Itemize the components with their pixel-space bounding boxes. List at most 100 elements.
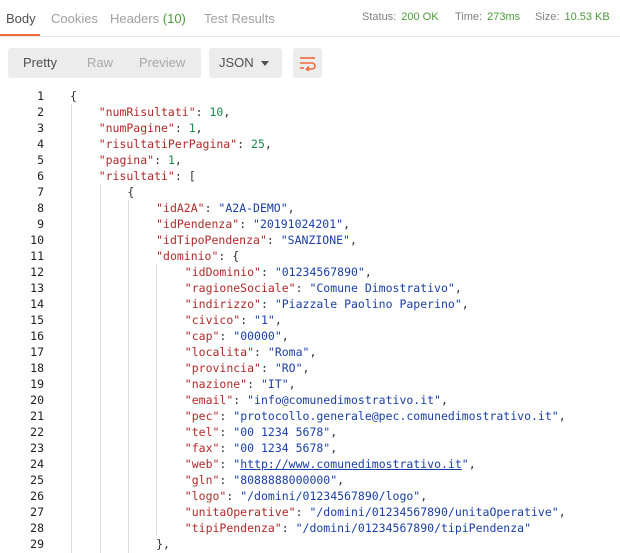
code-line: 7{ bbox=[0, 184, 620, 200]
code-line: 17 "localita": "Roma", bbox=[0, 344, 620, 360]
json-punctuation: , bbox=[349, 233, 357, 247]
json-string: "Comune Dimostrativo" bbox=[309, 281, 455, 295]
line-number: 27 bbox=[30, 505, 44, 519]
code-line: 10 "idTipoPendenza": "SANZIONE", bbox=[0, 232, 620, 248]
json-string: "00 1234 5678" bbox=[233, 441, 331, 455]
json-punctuation: : bbox=[260, 265, 275, 279]
line-number: 15 bbox=[30, 313, 44, 327]
json-punctuation: , bbox=[281, 329, 289, 343]
json-key: "indirizzo" bbox=[184, 297, 261, 311]
json-punctuation: , bbox=[558, 409, 566, 423]
line-number: 7 bbox=[37, 185, 44, 199]
size-label: Size: bbox=[535, 11, 560, 23]
raw-button[interactable]: Raw bbox=[87, 55, 113, 70]
code-text: "risultati": [ bbox=[99, 168, 196, 184]
status-label: Status: bbox=[362, 11, 397, 23]
wrap-lines-icon bbox=[300, 57, 316, 71]
json-punctuation: , bbox=[441, 393, 448, 407]
pretty-button[interactable]: Pretty bbox=[23, 55, 57, 70]
response-tabs: Body Cookies Headers (10) Test Results S… bbox=[0, 0, 620, 37]
json-punctuation: : bbox=[247, 377, 261, 391]
json-string: " bbox=[461, 457, 469, 471]
line-number: 26 bbox=[30, 489, 44, 503]
code-text: "numPagine": 1, bbox=[99, 120, 203, 136]
time-label: Time: bbox=[455, 11, 483, 23]
json-key: "pec" bbox=[184, 409, 220, 423]
tab-body[interactable]: Body bbox=[6, 11, 36, 26]
tab-cookies[interactable]: Cookies bbox=[51, 11, 98, 26]
json-punctuation: { bbox=[70, 89, 77, 103]
json-viewer[interactable]: 1{2 "numRisultati": 10, 3 "numPagine": 1, 4 "… bbox=[0, 88, 620, 553]
json-punctuation: }, bbox=[156, 537, 170, 551]
json-punctuation: : { bbox=[218, 249, 240, 263]
json-key: "risultatiPerPagina" bbox=[98, 137, 238, 151]
line-number: 5 bbox=[37, 153, 44, 167]
code-line: 5 "pagina": 1, bbox=[0, 152, 620, 168]
json-key: "provincia" bbox=[184, 361, 261, 375]
preview-button[interactable]: Preview bbox=[139, 55, 185, 70]
json-key: "risultati" bbox=[98, 169, 175, 183]
json-punctuation: : bbox=[219, 457, 234, 471]
json-string: "00000" bbox=[233, 329, 282, 343]
tab-test-results[interactable]: Test Results bbox=[204, 11, 275, 26]
json-punctuation: : bbox=[239, 217, 254, 231]
json-punctuation: : bbox=[154, 153, 168, 167]
json-punctuation: : bbox=[219, 409, 234, 423]
code-line: 24 "web": "http://www.comunedimostrativo.… bbox=[0, 456, 620, 472]
json-punctuation: : bbox=[260, 361, 275, 375]
json-number: 1 bbox=[167, 153, 175, 167]
time-value: 273ms bbox=[487, 11, 521, 23]
tab-headers[interactable]: Headers (10) bbox=[110, 11, 186, 26]
status-info[interactable]: Status: 200 OK bbox=[362, 11, 439, 23]
json-punctuation: : bbox=[254, 345, 268, 359]
json-punctuation: , bbox=[558, 505, 566, 519]
code-line: 25 "gln": "8088888000000", bbox=[0, 472, 620, 488]
json-link[interactable]: http://www.comunedimostrativo.it bbox=[240, 457, 462, 471]
json-key: "nazione" bbox=[184, 377, 248, 391]
json-string: "RO" bbox=[274, 361, 303, 375]
json-punctuation: : bbox=[260, 297, 275, 311]
json-punctuation: , bbox=[287, 201, 295, 215]
json-string: "Roma" bbox=[267, 345, 310, 359]
json-punctuation: : bbox=[226, 489, 241, 503]
line-number: 4 bbox=[37, 137, 44, 151]
line-number: 8 bbox=[37, 201, 44, 215]
code-line: 8 "idA2A": "A2A-DEMO", bbox=[0, 200, 620, 216]
code-text: "ragioneSociale": "Comune Dimostrativo", bbox=[185, 280, 462, 296]
wrap-lines-button[interactable] bbox=[293, 48, 322, 78]
line-number: 10 bbox=[30, 233, 44, 247]
format-select[interactable]: JSON bbox=[209, 48, 282, 78]
json-punctuation: , bbox=[288, 377, 296, 391]
line-number: 1 bbox=[37, 89, 44, 103]
format-select-value: JSON bbox=[219, 55, 254, 70]
json-string: "00 1234 5678" bbox=[233, 425, 331, 439]
code-line: 4 "risultatiPerPagina": 25, bbox=[0, 136, 620, 152]
code-line: 16 "cap": "00000", bbox=[0, 328, 620, 344]
json-key: "pagina" bbox=[98, 153, 155, 167]
code-text: "idPendenza": "20191024201", bbox=[156, 216, 350, 232]
code-text: "provincia": "RO", bbox=[185, 360, 310, 376]
line-number: 2 bbox=[37, 105, 44, 119]
code-text: "unitaOperative": "/domini/01234567890/u… bbox=[185, 504, 566, 520]
json-punctuation: , bbox=[223, 105, 231, 119]
json-punctuation: , bbox=[343, 217, 350, 231]
code-text: "idDominio": "01234567890", bbox=[185, 264, 372, 280]
code-text: "idTipoPendenza": "SANZIONE", bbox=[156, 232, 357, 248]
json-number: 25 bbox=[251, 137, 265, 151]
json-punctuation: : [ bbox=[174, 169, 196, 183]
json-string: "info@comunedimostrativo.it" bbox=[247, 393, 441, 407]
json-key: "ragioneSociale" bbox=[184, 281, 296, 295]
code-text: "risultatiPerPagina": 25, bbox=[99, 136, 272, 152]
json-key: "numPagine" bbox=[98, 121, 175, 135]
size-info[interactable]: Size: 10.53 KB bbox=[535, 11, 610, 23]
code-text: }, bbox=[156, 536, 170, 552]
json-key: "cap" bbox=[184, 329, 220, 343]
json-key: "idPendenza" bbox=[156, 217, 240, 231]
json-key: "logo" bbox=[184, 489, 227, 503]
line-number: 6 bbox=[37, 169, 44, 183]
code-line: 6 "risultati": [ bbox=[0, 168, 620, 184]
json-punctuation: : bbox=[219, 425, 234, 439]
json-key: "unitaOperative" bbox=[184, 505, 296, 519]
time-info[interactable]: Time: 273ms bbox=[455, 11, 520, 23]
code-line: 2 "numRisultati": 10, bbox=[0, 104, 620, 120]
